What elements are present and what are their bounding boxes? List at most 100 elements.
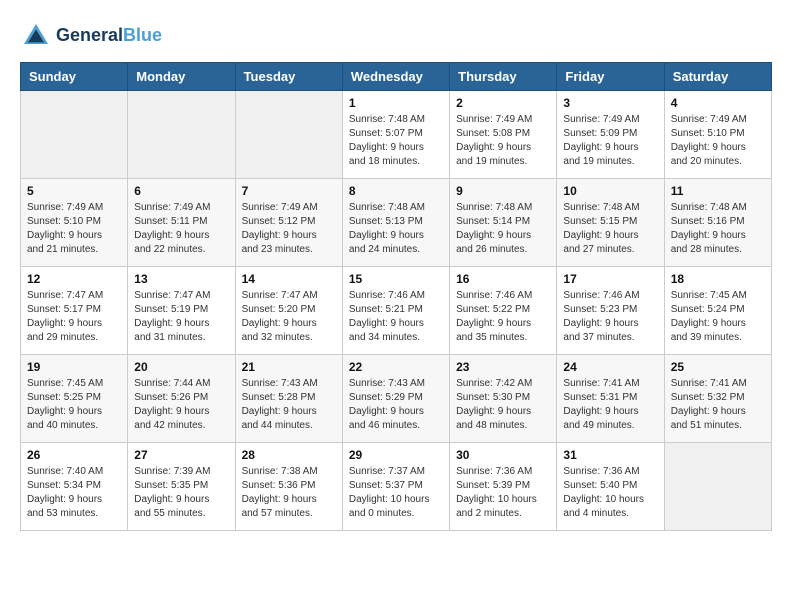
cell-content: Sunrise: 7:48 AM Sunset: 5:13 PM Dayligh… <box>349 201 443 257</box>
day-number: 5 <box>27 184 121 198</box>
day-number: 6 <box>134 184 228 198</box>
day-number: 25 <box>671 360 765 374</box>
calendar-cell <box>664 443 771 531</box>
header-row: SundayMondayTuesdayWednesdayThursdayFrid… <box>21 63 772 91</box>
day-number: 23 <box>456 360 550 374</box>
calendar-body: 1 Sunrise: 7:48 AM Sunset: 5:07 PM Daylig… <box>21 91 772 531</box>
logo-text: GeneralBlue <box>56 26 162 46</box>
cell-content: Sunrise: 7:49 AM Sunset: 5:08 PM Dayligh… <box>456 113 550 169</box>
calendar-cell: 4 Sunrise: 7:49 AM Sunset: 5:10 PM Daylig… <box>664 91 771 179</box>
cell-content: Sunrise: 7:39 AM Sunset: 5:35 PM Dayligh… <box>134 465 228 521</box>
page-header: GeneralBlue <box>20 20 772 52</box>
cell-content: Sunrise: 7:49 AM Sunset: 5:10 PM Dayligh… <box>671 113 765 169</box>
logo: GeneralBlue <box>20 20 162 52</box>
cell-content: Sunrise: 7:47 AM Sunset: 5:20 PM Dayligh… <box>242 289 336 345</box>
cell-content: Sunrise: 7:48 AM Sunset: 5:14 PM Dayligh… <box>456 201 550 257</box>
cell-content: Sunrise: 7:47 AM Sunset: 5:17 PM Dayligh… <box>27 289 121 345</box>
cell-content: Sunrise: 7:48 AM Sunset: 5:07 PM Dayligh… <box>349 113 443 169</box>
cell-content: Sunrise: 7:46 AM Sunset: 5:22 PM Dayligh… <box>456 289 550 345</box>
calendar-cell: 7 Sunrise: 7:49 AM Sunset: 5:12 PM Daylig… <box>235 179 342 267</box>
day-header-thursday: Thursday <box>450 63 557 91</box>
week-row-3: 12 Sunrise: 7:47 AM Sunset: 5:17 PM Dayli… <box>21 267 772 355</box>
calendar-cell: 31 Sunrise: 7:36 AM Sunset: 5:40 PM Dayli… <box>557 443 664 531</box>
cell-content: Sunrise: 7:49 AM Sunset: 5:10 PM Dayligh… <box>27 201 121 257</box>
day-header-sunday: Sunday <box>21 63 128 91</box>
day-number: 31 <box>563 448 657 462</box>
cell-content: Sunrise: 7:48 AM Sunset: 5:16 PM Dayligh… <box>671 201 765 257</box>
day-number: 19 <box>27 360 121 374</box>
day-number: 17 <box>563 272 657 286</box>
calendar-cell: 19 Sunrise: 7:45 AM Sunset: 5:25 PM Dayli… <box>21 355 128 443</box>
calendar-cell: 21 Sunrise: 7:43 AM Sunset: 5:28 PM Dayli… <box>235 355 342 443</box>
cell-content: Sunrise: 7:46 AM Sunset: 5:23 PM Dayligh… <box>563 289 657 345</box>
cell-content: Sunrise: 7:41 AM Sunset: 5:31 PM Dayligh… <box>563 377 657 433</box>
cell-content: Sunrise: 7:45 AM Sunset: 5:25 PM Dayligh… <box>27 377 121 433</box>
cell-content: Sunrise: 7:49 AM Sunset: 5:12 PM Dayligh… <box>242 201 336 257</box>
day-number: 24 <box>563 360 657 374</box>
day-number: 16 <box>456 272 550 286</box>
calendar-cell: 5 Sunrise: 7:49 AM Sunset: 5:10 PM Daylig… <box>21 179 128 267</box>
calendar-cell: 2Sunrise: 7:49 AM Sunset: 5:08 PM Daylig… <box>450 91 557 179</box>
day-number: 22 <box>349 360 443 374</box>
cell-content: Sunrise: 7:36 AM Sunset: 5:39 PM Dayligh… <box>456 465 550 521</box>
day-number: 28 <box>242 448 336 462</box>
week-row-2: 5 Sunrise: 7:49 AM Sunset: 5:10 PM Daylig… <box>21 179 772 267</box>
cell-content: Sunrise: 7:47 AM Sunset: 5:19 PM Dayligh… <box>134 289 228 345</box>
day-header-friday: Friday <box>557 63 664 91</box>
day-number: 14 <box>242 272 336 286</box>
day-number: 27 <box>134 448 228 462</box>
week-row-4: 19 Sunrise: 7:45 AM Sunset: 5:25 PM Dayli… <box>21 355 772 443</box>
day-number: 12 <box>27 272 121 286</box>
day-number: 7 <box>242 184 336 198</box>
day-number: 8 <box>349 184 443 198</box>
calendar-cell: 29Sunrise: 7:37 AM Sunset: 5:37 PM Dayli… <box>342 443 449 531</box>
day-number: 3 <box>563 96 657 110</box>
calendar-cell: 20 Sunrise: 7:44 AM Sunset: 5:26 PM Dayli… <box>128 355 235 443</box>
cell-content: Sunrise: 7:49 AM Sunset: 5:11 PM Dayligh… <box>134 201 228 257</box>
calendar-cell: 30 Sunrise: 7:36 AM Sunset: 5:39 PM Dayli… <box>450 443 557 531</box>
day-number: 4 <box>671 96 765 110</box>
calendar-cell: 13 Sunrise: 7:47 AM Sunset: 5:19 PM Dayli… <box>128 267 235 355</box>
cell-content: Sunrise: 7:36 AM Sunset: 5:40 PM Dayligh… <box>563 465 657 521</box>
day-number: 29 <box>349 448 443 462</box>
cell-content: Sunrise: 7:40 AM Sunset: 5:34 PM Dayligh… <box>27 465 121 521</box>
day-header-tuesday: Tuesday <box>235 63 342 91</box>
calendar-cell: 8 Sunrise: 7:48 AM Sunset: 5:13 PM Daylig… <box>342 179 449 267</box>
day-header-wednesday: Wednesday <box>342 63 449 91</box>
cell-content: Sunrise: 7:41 AM Sunset: 5:32 PM Dayligh… <box>671 377 765 433</box>
cell-content: Sunrise: 7:46 AM Sunset: 5:21 PM Dayligh… <box>349 289 443 345</box>
day-number: 18 <box>671 272 765 286</box>
day-number: 21 <box>242 360 336 374</box>
day-number: 10 <box>563 184 657 198</box>
day-number: 20 <box>134 360 228 374</box>
day-number: 13 <box>134 272 228 286</box>
calendar-cell: 10Sunrise: 7:48 AM Sunset: 5:15 PM Dayli… <box>557 179 664 267</box>
calendar-cell: 22Sunrise: 7:43 AM Sunset: 5:29 PM Dayli… <box>342 355 449 443</box>
calendar-cell: 18Sunrise: 7:45 AM Sunset: 5:24 PM Dayli… <box>664 267 771 355</box>
calendar-cell: 12 Sunrise: 7:47 AM Sunset: 5:17 PM Dayli… <box>21 267 128 355</box>
calendar-cell: 11 Sunrise: 7:48 AM Sunset: 5:16 PM Dayli… <box>664 179 771 267</box>
cell-content: Sunrise: 7:38 AM Sunset: 5:36 PM Dayligh… <box>242 465 336 521</box>
calendar-cell: 27 Sunrise: 7:39 AM Sunset: 5:35 PM Dayli… <box>128 443 235 531</box>
calendar-cell: 6 Sunrise: 7:49 AM Sunset: 5:11 PM Daylig… <box>128 179 235 267</box>
day-number: 26 <box>27 448 121 462</box>
calendar-cell: 17 Sunrise: 7:46 AM Sunset: 5:23 PM Dayli… <box>557 267 664 355</box>
day-number: 11 <box>671 184 765 198</box>
cell-content: Sunrise: 7:44 AM Sunset: 5:26 PM Dayligh… <box>134 377 228 433</box>
cell-content: Sunrise: 7:43 AM Sunset: 5:28 PM Dayligh… <box>242 377 336 433</box>
calendar-cell: 28 Sunrise: 7:38 AM Sunset: 5:36 PM Dayli… <box>235 443 342 531</box>
calendar-cell: 25 Sunrise: 7:41 AM Sunset: 5:32 PM Dayli… <box>664 355 771 443</box>
calendar-cell: 1 Sunrise: 7:48 AM Sunset: 5:07 PM Daylig… <box>342 91 449 179</box>
calendar-cell: 16 Sunrise: 7:46 AM Sunset: 5:22 PM Dayli… <box>450 267 557 355</box>
cell-content: Sunrise: 7:49 AM Sunset: 5:09 PM Dayligh… <box>563 113 657 169</box>
cell-content: Sunrise: 7:42 AM Sunset: 5:30 PM Dayligh… <box>456 377 550 433</box>
day-header-monday: Monday <box>128 63 235 91</box>
day-number: 1 <box>349 96 443 110</box>
calendar-cell <box>235 91 342 179</box>
day-number: 30 <box>456 448 550 462</box>
week-row-1: 1 Sunrise: 7:48 AM Sunset: 5:07 PM Daylig… <box>21 91 772 179</box>
calendar-header: SundayMondayTuesdayWednesdayThursdayFrid… <box>21 63 772 91</box>
calendar-cell <box>128 91 235 179</box>
calendar-cell <box>21 91 128 179</box>
calendar-cell: 26 Sunrise: 7:40 AM Sunset: 5:34 PM Dayli… <box>21 443 128 531</box>
